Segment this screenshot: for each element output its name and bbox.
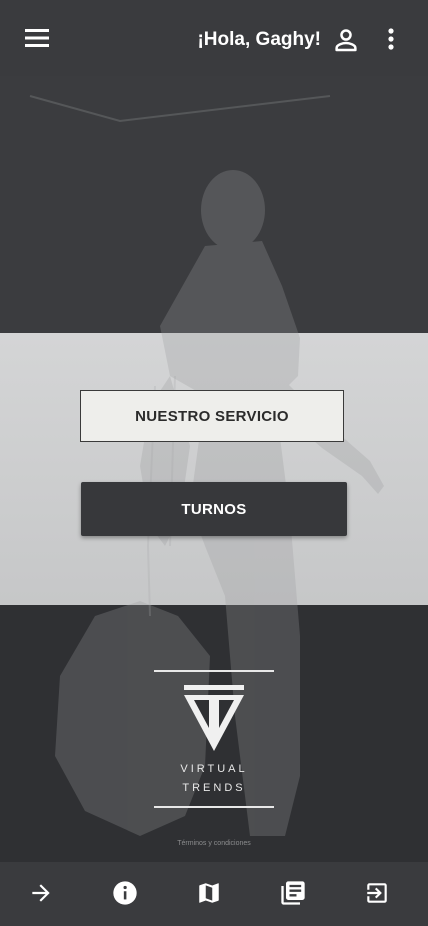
greeting-text: ¡Hola, Gaghy! [197, 29, 321, 50]
bottom-navigation-bar [0, 862, 428, 926]
person-icon[interactable] [331, 25, 361, 55]
arrow-forward-icon[interactable] [24, 876, 58, 910]
nuestro-servicio-button[interactable]: NUESTRO SERVICIO [80, 390, 344, 442]
news-icon[interactable] [276, 876, 310, 910]
logo-text-trends: TRENDS [182, 782, 246, 794]
info-icon[interactable] [108, 876, 142, 910]
logo-emblem-icon [184, 685, 244, 751]
menu-icon[interactable] [22, 26, 52, 50]
more-vert-icon[interactable] [380, 24, 402, 54]
exit-icon[interactable] [360, 876, 394, 910]
top-app-bar: ¡Hola, Gaghy! [0, 0, 428, 76]
virtual-trends-logo: VIRTUAL TRENDS [154, 670, 274, 810]
map-icon[interactable] [192, 876, 226, 910]
logo-bottom-rule [154, 806, 274, 808]
terms-link[interactable]: Términos y condiciones [0, 840, 428, 847]
logo-text-virtual: VIRTUAL [180, 763, 248, 775]
logo-top-rule [154, 670, 274, 672]
turnos-button[interactable]: TURNOS [81, 482, 347, 536]
